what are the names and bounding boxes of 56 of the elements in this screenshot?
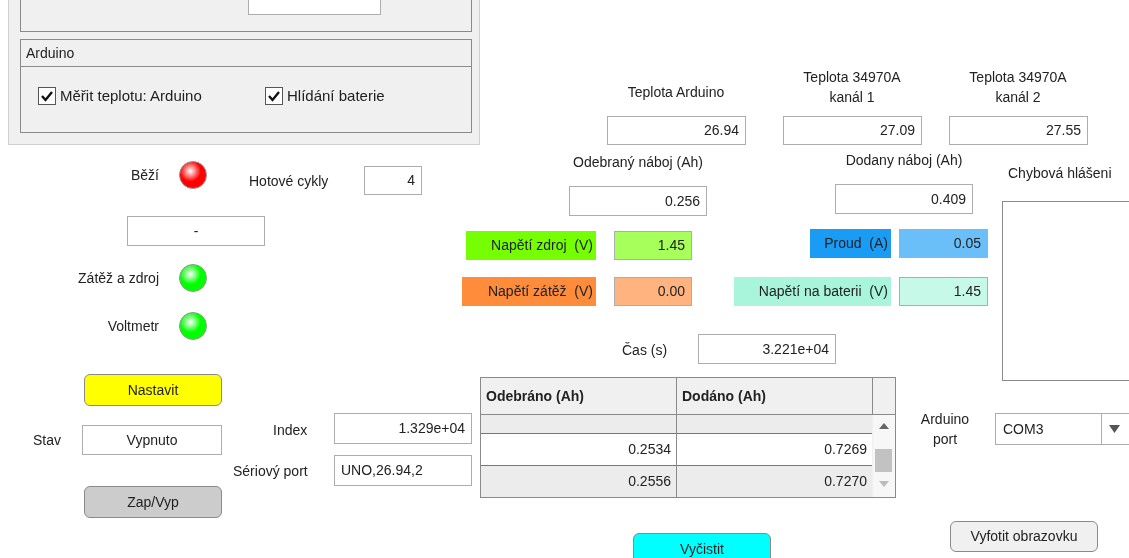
output-field: 26.94 xyxy=(607,116,746,145)
checkbox-label: Hlídání baterie xyxy=(287,86,385,106)
table-cell: 0.2556 xyxy=(481,466,676,497)
output-field: 1.329e+04 xyxy=(334,413,472,444)
output-field: 0.05 xyxy=(899,229,988,258)
field-label: Chybová hlášeni xyxy=(1008,164,1112,183)
scroll-down-icon[interactable] xyxy=(879,481,889,487)
scroll-thumb[interactable] xyxy=(875,449,892,472)
field-label: Běží xyxy=(130,166,159,185)
reading-label: Proud (A) xyxy=(810,229,891,258)
checkbox[interactable] xyxy=(265,87,283,106)
reading-label: Napětí zdroj (V) xyxy=(466,231,596,260)
output-field: 1.45 xyxy=(899,277,988,306)
output-field: 27.09 xyxy=(783,116,922,145)
field-label: Teplota 34970A kanál 1 xyxy=(802,68,902,107)
toggle-button[interactable]: Zap/Vyp xyxy=(84,486,222,518)
output-field: - xyxy=(127,216,265,246)
checkbox-label: Měřit teplotu: Arduino xyxy=(60,86,202,106)
output-field: 0.256 xyxy=(569,186,707,216)
field-label: Sériový port xyxy=(233,462,308,481)
field-label: Arduino port xyxy=(919,410,971,449)
reading-label: Napětí zátěž (V) xyxy=(462,277,596,306)
field-label: Hotové cykly xyxy=(249,172,329,191)
output-field: 4 xyxy=(364,166,422,195)
set-button[interactable]: Nastavit xyxy=(84,374,222,406)
scrollbar[interactable] xyxy=(873,415,895,497)
field-label: Voltmetr xyxy=(106,317,159,336)
checkbox[interactable] xyxy=(38,87,56,106)
scroll-up-icon[interactable] xyxy=(879,423,889,429)
output-field: 3.221e+04 xyxy=(698,334,836,364)
output-field: Vypnuto xyxy=(82,425,222,455)
reading-label: Napětí na baterii (V) xyxy=(734,277,891,306)
output-field: 0.409 xyxy=(835,184,973,214)
field-label: Odebraný náboj (Ah) xyxy=(572,153,704,172)
field-label: Stav xyxy=(33,431,61,450)
column-header: Dodáno (Ah) xyxy=(677,378,873,415)
field-label: Teplota Arduino xyxy=(626,83,726,102)
table-cell: 0.7269 xyxy=(677,434,872,466)
output-field: 0.00 xyxy=(614,277,692,306)
output-field: 27.55 xyxy=(949,116,1088,145)
column-header: Odebráno (Ah) xyxy=(481,378,677,415)
screenshot-button[interactable]: Vyfotit obrazovku xyxy=(950,521,1098,552)
panel-title: Arduino xyxy=(21,40,471,67)
field-label: Zátěž a zdroj xyxy=(77,269,159,288)
dropdown-arrow-icon[interactable] xyxy=(1109,425,1120,433)
output-field: 1.45 xyxy=(614,231,692,260)
port-dropdown[interactable]: COM3 xyxy=(995,413,1129,445)
clear-button[interactable]: Vyčistit xyxy=(633,533,771,558)
output-field: UNO,26.94,2 xyxy=(334,455,472,486)
field-label: Teplota 34970A kanál 2 xyxy=(968,68,1068,107)
field-label: Čas (s) xyxy=(622,341,668,360)
table-cell: 0.2534 xyxy=(481,434,676,466)
field-label: Index xyxy=(273,421,308,440)
table-cell: 0.7270 xyxy=(677,466,872,497)
field-label: Dodany náboj (Ah) xyxy=(844,151,964,170)
dropdown-field[interactable] xyxy=(248,0,381,15)
